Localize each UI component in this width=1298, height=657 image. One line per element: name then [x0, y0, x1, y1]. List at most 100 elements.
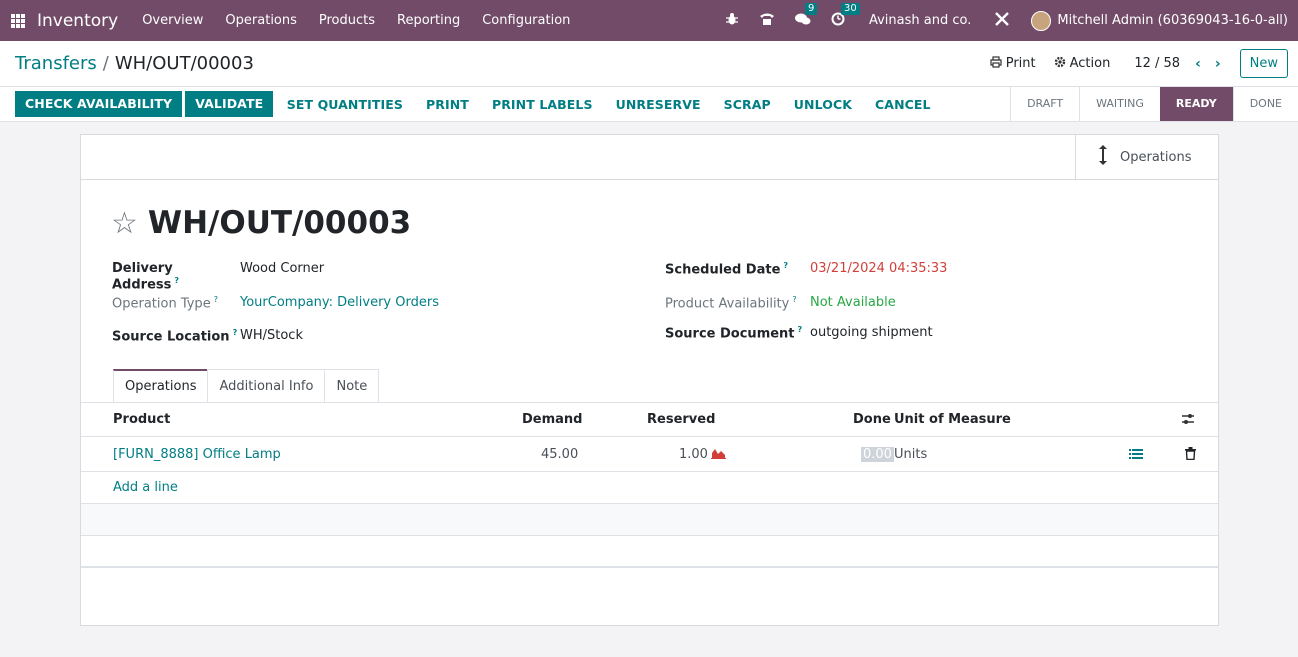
operations-smart-button[interactable]: Operations	[1075, 135, 1218, 179]
detailed-operations-list-icon[interactable]	[1129, 448, 1143, 464]
stage-waiting[interactable]: WAITING	[1079, 87, 1160, 121]
menu-reporting[interactable]: Reporting	[386, 13, 471, 28]
phone-icon[interactable]	[759, 12, 775, 30]
col-unit-of-measure[interactable]: Unit of Measure	[894, 412, 1011, 427]
gear-icon	[1054, 56, 1066, 72]
stage-ready[interactable]: READY	[1159, 87, 1233, 121]
tab-note[interactable]: Note	[324, 369, 380, 402]
source-document-field: Source Document? outgoing shipment	[665, 325, 933, 341]
top-navbar: Inventory Overview Operations Products R…	[0, 0, 1298, 41]
delivery-address-field: Delivery Address? Wood Corner	[112, 261, 324, 292]
product-availability-value: Not Available	[810, 295, 896, 310]
action-label: Action	[1069, 56, 1111, 71]
stage-pipeline: DRAFT WAITING READY DONE	[1010, 87, 1298, 121]
help-tooltip-icon[interactable]: ?	[233, 328, 238, 337]
col-done[interactable]: Done	[853, 412, 891, 427]
breadcrumb-transfers[interactable]: Transfers	[15, 53, 97, 74]
unlock-button[interactable]: UNLOCK	[782, 97, 863, 112]
operation-type-label: Operation Type?	[112, 295, 218, 312]
stage-done[interactable]: DONE	[1232, 87, 1298, 121]
validate-button[interactable]: VALIDATE	[185, 91, 274, 117]
help-tooltip-icon[interactable]: ?	[792, 295, 796, 304]
stage-draft[interactable]: DRAFT	[1010, 87, 1079, 121]
notebook-tabs: Operations Additional Info Note	[113, 369, 380, 402]
status-bar: CHECK AVAILABILITY VALIDATE SET QUANTITI…	[0, 86, 1298, 122]
apps-menu-icon[interactable]	[11, 13, 25, 28]
empty-row	[81, 536, 1218, 568]
user-avatar[interactable]	[1031, 10, 1052, 31]
source-document-label: Source Document?	[665, 325, 803, 342]
menu-operations[interactable]: Operations	[214, 13, 307, 28]
help-tooltip-icon[interactable]: ?	[214, 295, 218, 304]
breadcrumb-separator: /	[102, 53, 109, 74]
scheduled-date-label: Scheduled Date?	[665, 261, 789, 278]
source-document-value[interactable]: outgoing shipment	[810, 325, 933, 341]
table-row[interactable]: [FURN_8888] Office Lamp 45.00 1.00 0.00 …	[81, 437, 1218, 472]
add-line-link[interactable]: Add a line	[113, 480, 178, 495]
smart-button-box: Operations	[81, 135, 1218, 180]
tab-additional-info[interactable]: Additional Info	[207, 369, 326, 402]
pager-previous-icon[interactable]: ‹	[1195, 56, 1201, 72]
source-location-field: Source Location? WH/Stock	[112, 328, 303, 344]
table-header: Product Demand Reserved Done Unit of Mea…	[81, 403, 1218, 437]
vertical-arrows-icon	[1098, 144, 1108, 170]
operations-smart-label: Operations	[1120, 149, 1192, 165]
delivery-address-value[interactable]: Wood Corner	[240, 261, 324, 292]
source-location-value[interactable]: WH/Stock	[240, 328, 303, 344]
company-switcher[interactable]: Avinash and co.	[869, 13, 971, 28]
print-label: Print	[1005, 56, 1036, 71]
unreserve-button[interactable]: UNRESERVE	[604, 97, 712, 112]
row-reserved[interactable]: 1.00	[679, 447, 708, 462]
activities-clock-icon[interactable]: 30	[831, 2, 860, 30]
empty-row	[81, 504, 1218, 536]
scheduled-date-value[interactable]: 03/21/2024 04:35:33	[810, 261, 947, 277]
operation-type-field: Operation Type? YourCompany: Delivery Or…	[112, 295, 439, 311]
print-status-button[interactable]: PRINT	[415, 97, 481, 112]
user-menu[interactable]: Mitchell Admin (60369043-16-0-all)	[1057, 13, 1288, 28]
scrap-button[interactable]: SCRAP	[712, 97, 782, 112]
row-done[interactable]: 0.00	[861, 446, 894, 462]
scheduled-date-field: Scheduled Date? 03/21/2024 04:35:33	[665, 261, 947, 277]
tools-icon[interactable]	[993, 10, 1011, 32]
cancel-button[interactable]: CANCEL	[864, 97, 943, 112]
messages-badge: 9	[804, 2, 818, 15]
messages-icon[interactable]: 9	[794, 2, 818, 30]
record-title: WH/OUT/00003	[147, 205, 412, 241]
add-line-row: Add a line	[81, 472, 1218, 504]
row-demand[interactable]: 45.00	[541, 447, 578, 462]
pager-next-icon[interactable]: ›	[1215, 56, 1221, 72]
col-demand[interactable]: Demand	[522, 412, 583, 427]
menu-overview[interactable]: Overview	[131, 13, 214, 28]
col-product[interactable]: Product	[113, 412, 170, 427]
check-availability-button[interactable]: CHECK AVAILABILITY	[15, 91, 183, 117]
menu-configuration[interactable]: Configuration	[471, 13, 581, 28]
activities-badge: 30	[840, 2, 860, 15]
help-tooltip-icon[interactable]: ?	[783, 261, 788, 270]
print-button[interactable]: Print	[990, 55, 1036, 72]
breadcrumb: Transfers / WH/OUT/00003	[15, 53, 254, 74]
pager-value[interactable]: 12 / 58	[1134, 56, 1180, 71]
row-uom[interactable]: Units	[894, 447, 927, 462]
forecast-chart-icon[interactable]	[711, 447, 726, 463]
set-quantities-button[interactable]: SET QUANTITIES	[275, 97, 414, 112]
help-tooltip-icon[interactable]: ?	[798, 325, 803, 334]
action-button[interactable]: Action	[1054, 56, 1111, 72]
delete-trash-icon[interactable]	[1185, 447, 1196, 464]
favorite-star-icon[interactable]: ☆	[111, 206, 138, 241]
print-labels-button[interactable]: PRINT LABELS	[480, 97, 604, 112]
row-product[interactable]: [FURN_8888] Office Lamp	[113, 447, 281, 462]
new-button[interactable]: New	[1239, 49, 1288, 78]
app-brand[interactable]: Inventory	[37, 11, 118, 31]
debug-bug-icon[interactable]	[725, 12, 739, 30]
product-availability-field: Product Availability? Not Available	[665, 295, 896, 311]
column-settings-icon[interactable]	[1181, 412, 1195, 430]
printer-icon	[990, 55, 1002, 72]
breadcrumb-current: WH/OUT/00003	[114, 53, 254, 74]
control-panel: Transfers / WH/OUT/00003 Print Action 12…	[0, 41, 1298, 86]
help-tooltip-icon[interactable]: ?	[174, 276, 179, 285]
col-reserved[interactable]: Reserved	[647, 412, 715, 427]
tab-operations[interactable]: Operations	[113, 369, 209, 402]
operation-type-value[interactable]: YourCompany: Delivery Orders	[240, 295, 439, 311]
product-availability-label: Product Availability?	[665, 295, 797, 312]
menu-products[interactable]: Products	[308, 13, 386, 28]
